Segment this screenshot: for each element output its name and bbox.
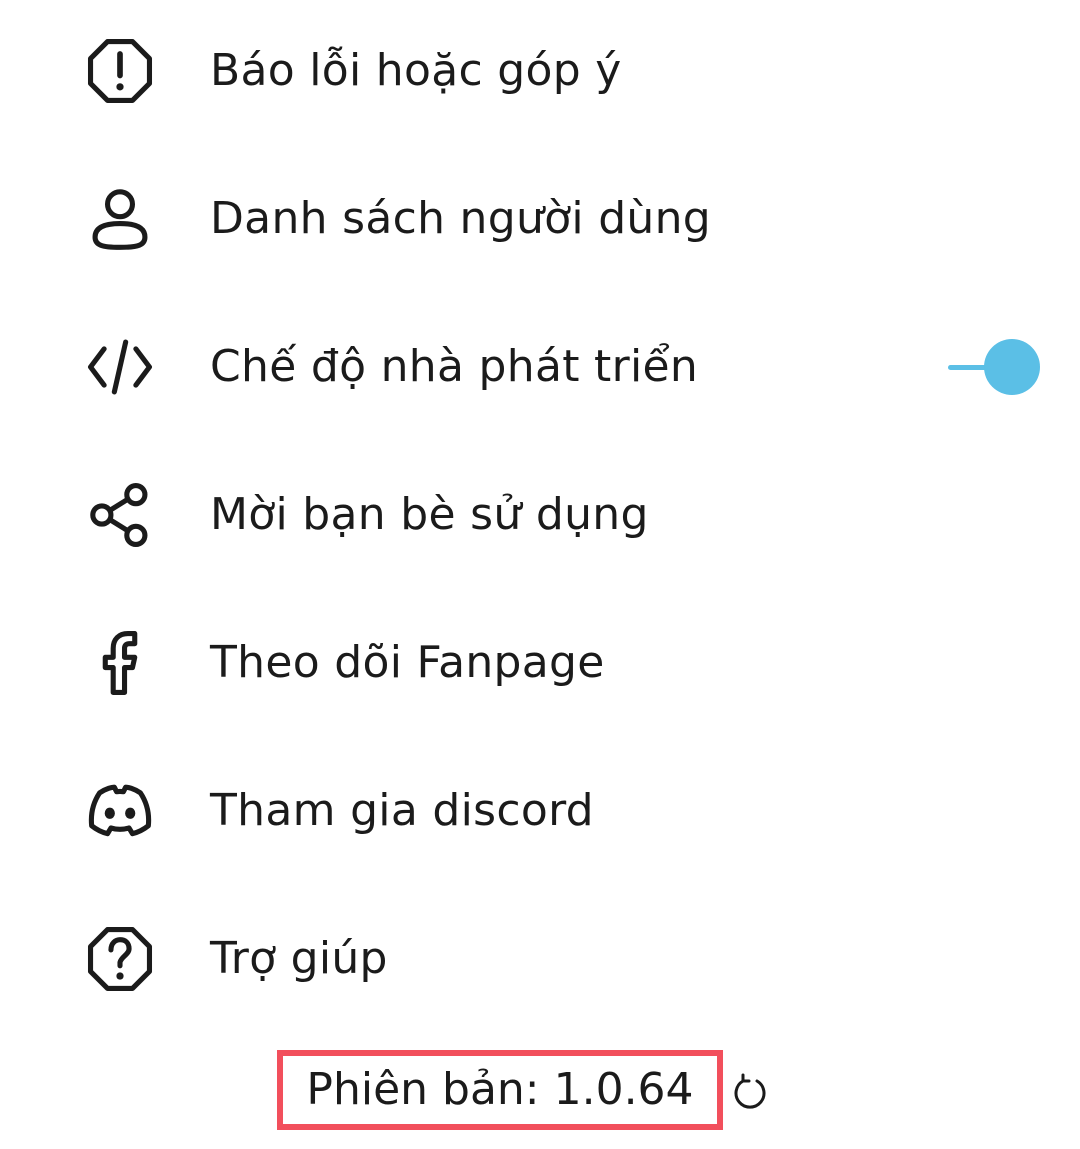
- menu-item-label: Chế độ nhà phát triển: [210, 341, 699, 392]
- menu-item-label: Mời bạn bè sử dụng: [210, 489, 649, 540]
- report-issue-icon: [80, 31, 160, 111]
- discord-icon: [80, 771, 160, 851]
- help-icon: [80, 919, 160, 999]
- share-icon: [80, 475, 160, 555]
- menu-item-label: Danh sách người dùng: [210, 193, 712, 244]
- menu-item-label: Theo dõi Fanpage: [210, 637, 605, 688]
- menu-item-invite-friends[interactable]: Mời bạn bè sử dụng: [0, 455, 1080, 575]
- version-label: Phiên bản: 1.0.64: [306, 1064, 694, 1115]
- refresh-icon[interactable]: [728, 1070, 772, 1114]
- version-row: Phiên bản: 1.0.64: [0, 1048, 1080, 1138]
- menu-item-label: Trợ giúp: [210, 933, 388, 984]
- version-highlight-box: Phiên bản: 1.0.64: [277, 1050, 723, 1130]
- menu-item-user-list[interactable]: Danh sách người dùng: [0, 159, 1080, 279]
- menu-item-follow-fanpage[interactable]: Theo dõi Fanpage: [0, 603, 1080, 723]
- facebook-icon: [80, 623, 160, 703]
- developer-mode-toggle[interactable]: [944, 337, 1040, 397]
- menu-item-label: Báo lỗi hoặc góp ý: [210, 45, 622, 96]
- menu-item-help[interactable]: Trợ giúp: [0, 899, 1080, 1019]
- menu-item-label: Tham gia discord: [210, 785, 594, 836]
- menu-item-report-issue[interactable]: Báo lỗi hoặc góp ý: [0, 11, 1080, 131]
- menu-item-developer-mode[interactable]: Chế độ nhà phát triển: [0, 307, 1080, 427]
- user-icon: [80, 179, 160, 259]
- menu-item-join-discord[interactable]: Tham gia discord: [0, 751, 1080, 871]
- toggle-knob[interactable]: [984, 339, 1040, 395]
- code-icon: [80, 327, 160, 407]
